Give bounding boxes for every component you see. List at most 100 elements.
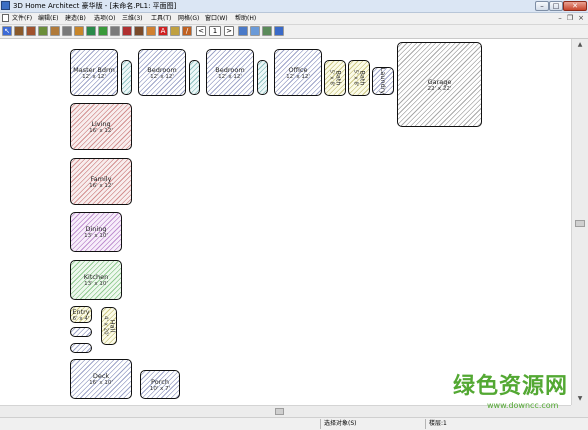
room-deck[interactable]: Deck 16' x 10' [70,359,132,399]
menu-window[interactable]: 窗口(W) [205,14,228,23]
room-dimensions: 13' x 10' [84,233,108,239]
grid-icon[interactable] [238,26,248,36]
vertical-scroll-thumb[interactable] [575,220,585,227]
room-label: Bath [358,70,367,86]
minimize-button[interactable]: – [535,1,549,11]
room-dimensions: 10' x 7' [149,385,171,392]
render-icon[interactable] [262,26,272,36]
room-dimensions: 22' x 22' [427,85,452,92]
room-living[interactable]: Living 16' x 12' [70,103,132,150]
toolbar: < 1 > ↖ A / [0,25,588,39]
paint-bucket-icon[interactable] [146,26,156,36]
menu-tools[interactable]: 工具(T) [151,14,171,23]
room-family[interactable]: Family 16' x 12' [70,158,132,205]
plant-icon[interactable] [98,26,108,36]
room-bedroom-2[interactable]: Bedroom 12' x 12' [206,49,254,96]
cabinet-icon[interactable] [50,26,60,36]
room-closet-1[interactable] [121,60,132,95]
room-dining[interactable]: Dining 13' x 10' [70,212,122,252]
text-icon[interactable]: A [158,26,168,36]
zoom-icon[interactable] [274,26,284,36]
room-closet-2[interactable] [189,60,200,95]
room-master-bedroom[interactable]: Master Bdrm 12' x 12' [70,49,118,96]
maximize-button[interactable]: □ [549,1,563,11]
room-kitchen[interactable]: Kitchen 13' x 10' [70,260,122,300]
scrollbar-corner [571,405,588,417]
room-label: Porch [151,377,169,386]
menu-build[interactable]: 建造(B) [65,14,86,23]
status-floor: 楼层:1 [425,419,588,429]
select-arrow-icon[interactable]: ↖ [2,26,12,36]
room-label: Master Bdrm [73,65,115,74]
menu-3d[interactable]: 三维(3) [122,14,143,23]
dimension-icon[interactable] [170,26,180,36]
furniture-icon[interactable] [74,26,84,36]
menu-options[interactable]: 选项(O) [94,14,115,23]
menu-edit[interactable]: 编辑(E) [38,14,58,23]
room-label: Hall [108,319,117,333]
room-dimensions: 12' x 12' [286,73,310,80]
room-garage[interactable]: Garage 22' x 22' [397,42,482,127]
room-closet-3[interactable] [257,60,268,95]
stairs-icon[interactable] [62,26,72,36]
room-closet-5[interactable] [70,343,92,353]
menu-help[interactable]: 帮助(H) [235,14,256,23]
floor-prev-button[interactable]: < [196,26,206,36]
room-dimensions: 12' x 12' [218,73,242,80]
title-bar: 3D Home Architect 豪华版 - [未命名.PL1: 平面图] –… [0,0,588,13]
room-dimensions: 12' x 12' [150,73,174,80]
menu-grid[interactable]: 网格(G) [178,14,199,23]
document-icon[interactable] [2,14,9,22]
room-dimensions: 6' x 4' [72,315,90,322]
horizontal-scroll-thumb[interactable] [275,408,284,415]
room-label: Entry [72,307,90,316]
room-label: Office [288,65,308,74]
door-icon[interactable] [14,26,24,36]
room-bedroom-1[interactable]: Bedroom 12' x 12' [138,49,186,96]
status-prompt: 选择对象(S) [320,419,425,429]
room-porch[interactable]: Porch 10' x 7' [140,370,180,399]
vertical-scrollbar[interactable]: ▲ ▼ [571,39,588,405]
room-dimensions: 12' x 12' [82,73,106,80]
room-dimensions: 16' x 10' [89,380,113,386]
floor-number-field[interactable]: 1 [209,26,221,36]
room-dimensions: 5' x 8' [352,69,359,87]
room-label: Bath [334,70,343,86]
scroll-up-button[interactable]: ▲ [573,39,587,51]
room-label: Living [91,119,111,128]
room-label: Kitchen [83,273,109,281]
mdi-close-button[interactable]: × [577,14,585,22]
3d-view-icon[interactable] [250,26,260,36]
menu-file[interactable]: 文件(F) [12,14,32,23]
plan-canvas[interactable]: Master Bdrm 12' x 12' Bedroom 12' x 12' Bedr… [0,39,571,405]
room-dimensions: 4' x 20' [102,315,109,337]
fixture-icon[interactable] [110,26,120,36]
camera-icon[interactable] [134,26,144,36]
app-icon[interactable] [1,1,10,10]
room-entry[interactable]: Entry 6' x 4' [70,306,92,323]
room-laundry[interactable]: Laundry [372,67,394,95]
menu-bar: 文件(F) 编辑(E) 建造(B) 选项(O) 三维(3) 工具(T) 网格(G… [0,13,588,25]
room-dimensions: 16' x 12' [89,127,113,134]
close-button[interactable]: ✕ [563,1,587,11]
scroll-down-button[interactable]: ▼ [573,393,587,405]
mdi-minimize-button[interactable]: – [556,14,564,22]
watermark: 绿色资源网 www.downcc.com [453,374,573,414]
electrical-icon[interactable] [86,26,96,36]
room-bath-2[interactable]: Bath 5' x 8' [348,60,370,96]
status-main [0,419,320,429]
floor-next-button[interactable]: > [224,26,234,36]
wall-icon[interactable] [26,26,36,36]
room-office[interactable]: Office 12' x 12' [274,49,322,96]
window-icon[interactable] [38,26,48,36]
watermark-url: www.downcc.com [487,401,559,410]
room-label: Family [90,174,112,183]
room-closet-4[interactable] [70,327,92,337]
roof-icon[interactable] [122,26,132,36]
room-hall[interactable]: Hall 4' x 20' [101,307,117,345]
room-label: Garage [427,77,452,86]
mdi-restore-button[interactable]: ❐ [566,14,574,22]
room-bath-1[interactable]: Bath 5' x 8' [324,60,346,96]
room-label: Dining [85,225,107,233]
pencil-icon[interactable]: / [182,26,192,36]
